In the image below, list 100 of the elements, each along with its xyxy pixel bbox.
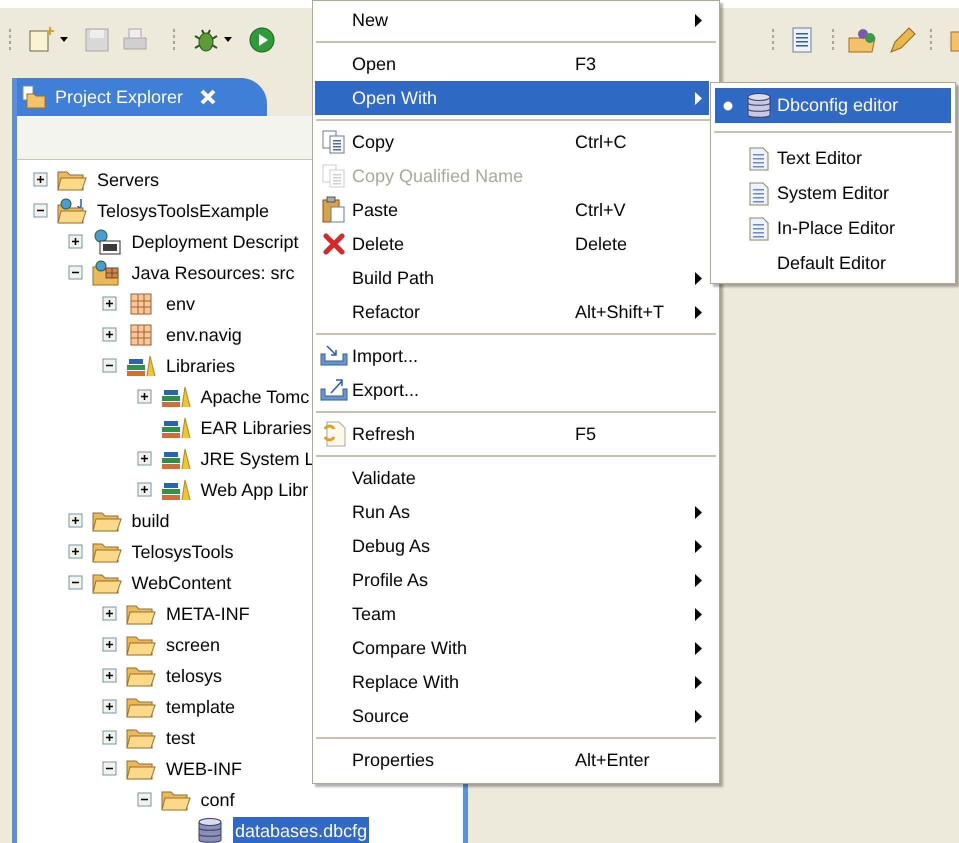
folder-icon — [92, 540, 122, 562]
expand-toggle-icon[interactable] — [102, 636, 118, 652]
expand-toggle-icon[interactable] — [136, 388, 152, 404]
folder-icon — [160, 788, 190, 810]
tree-item[interactable]: TelosysTools — [130, 538, 236, 566]
menu-item[interactable]: New — [315, 3, 709, 37]
expand-toggle-icon[interactable] — [68, 512, 84, 528]
collapse-toggle-icon[interactable] — [68, 574, 84, 590]
collapse-toggle-icon[interactable] — [136, 792, 152, 808]
panel-tab[interactable]: Project Explorer — [17, 78, 267, 116]
menu-item[interactable]: Debug As — [315, 529, 709, 563]
menu-item[interactable]: Refactor Alt+Shift+T — [315, 295, 709, 329]
close-icon[interactable] — [199, 88, 218, 106]
expand-toggle-icon[interactable] — [102, 668, 118, 684]
paste-icon — [320, 196, 346, 224]
folder-icon — [126, 664, 156, 686]
expand-toggle-icon[interactable] — [33, 172, 49, 188]
collapse-toggle-icon[interactable] — [68, 264, 84, 280]
menu-item[interactable]: Refresh F5 — [315, 417, 709, 451]
menu-item[interactable]: Open F3 — [315, 47, 709, 81]
tree-item[interactable]: Web App Libr — [198, 476, 310, 504]
menu-item[interactable]: Import... — [315, 339, 709, 373]
tree-item[interactable]: Java Resources: src — [130, 258, 297, 286]
expand-toggle-icon[interactable] — [136, 482, 152, 498]
tree-item[interactable]: WEB-INF — [164, 754, 244, 782]
collapse-toggle-icon[interactable] — [102, 358, 118, 374]
toolbar-grip-icon — [172, 27, 176, 53]
document-icon — [749, 146, 769, 170]
menu-item[interactable]: Open With — [315, 81, 709, 115]
menu-item[interactable]: Copy Ctrl+C — [315, 125, 709, 159]
menu-item[interactable]: Profile As — [315, 563, 709, 597]
tree-item[interactable]: Apache Tomc — [198, 382, 312, 410]
tree-item[interactable]: WebContent — [130, 568, 234, 596]
tree-item[interactable]: TelosysToolsExample — [95, 196, 272, 224]
run-icon[interactable] — [248, 26, 276, 54]
menu-item[interactable]: Run As — [315, 495, 709, 529]
menu-item[interactable]: Source — [315, 699, 709, 733]
menu-item[interactable]: Dbconfig editor — [715, 88, 951, 123]
toolbar-grip-icon — [771, 27, 775, 53]
expand-toggle-icon[interactable] — [102, 698, 118, 714]
menu-item[interactable]: Default Editor — [715, 246, 951, 281]
tree-item[interactable]: template — [164, 692, 238, 720]
library-books-icon — [160, 384, 190, 408]
folder-icon — [126, 726, 156, 748]
tree-item[interactable]: Servers — [95, 166, 162, 194]
shortcut-text: F3 — [575, 54, 596, 74]
expand-toggle-icon[interactable] — [102, 606, 118, 622]
menu-item[interactable]: Paste Ctrl+V — [315, 193, 709, 227]
tree-item[interactable]: databases.dbcfg — [233, 816, 370, 843]
submenu-arrow-icon — [695, 306, 703, 318]
expand-toggle-icon[interactable] — [102, 730, 118, 746]
menu-item[interactable]: Compare With — [315, 631, 709, 665]
library-books-icon — [160, 416, 190, 440]
tree-item[interactable]: Deployment Descript — [130, 228, 301, 256]
menu-item[interactable]: Build Path — [315, 261, 709, 295]
tree-item[interactable]: env — [164, 290, 198, 318]
pen-icon[interactable] — [887, 26, 917, 54]
folder-icon — [126, 602, 156, 624]
menu-item[interactable]: Validate — [315, 461, 709, 495]
menu-item[interactable]: Replace With — [315, 665, 709, 699]
document-icon — [749, 216, 769, 240]
menu-item[interactable]: Team — [315, 597, 709, 631]
copy-icon — [320, 163, 346, 189]
dropdown-caret-icon[interactable] — [60, 37, 68, 43]
expand-toggle-icon[interactable] — [136, 450, 152, 466]
source-folder-icon — [92, 260, 122, 286]
menu-item[interactable]: Properties Alt+Enter — [315, 743, 709, 777]
shortcut-text: Ctrl+C — [575, 132, 627, 152]
expand-toggle-icon[interactable] — [68, 234, 84, 250]
expand-toggle-icon[interactable] — [68, 544, 84, 560]
tree-item[interactable]: conf — [198, 786, 237, 814]
tree-item[interactable]: META-INF — [164, 600, 252, 628]
tree-item[interactable]: EAR Libraries — [198, 414, 314, 442]
dropdown-caret-icon[interactable] — [224, 37, 232, 43]
submenu-arrow-icon — [695, 574, 703, 586]
export-icon — [318, 377, 348, 403]
tree-item[interactable]: test — [164, 724, 198, 752]
expand-toggle-icon[interactable] — [102, 296, 118, 312]
collapse-toggle-icon[interactable] — [33, 202, 49, 218]
menu-item[interactable]: Delete Delete — [315, 227, 709, 261]
menu-item[interactable]: In-Place Editor — [715, 211, 951, 246]
tree-item[interactable]: telosys — [164, 662, 224, 690]
submenu-arrow-icon — [695, 608, 703, 620]
new-file-icon[interactable] — [28, 26, 56, 54]
tree-item[interactable]: screen — [164, 630, 222, 658]
expand-toggle-icon[interactable] — [102, 326, 118, 342]
copy-icon — [320, 129, 346, 155]
database-icon — [197, 816, 223, 843]
menu-item[interactable]: Text Editor — [715, 141, 951, 176]
submenu-arrow-icon — [695, 272, 703, 284]
tree-item[interactable]: build — [130, 506, 172, 534]
collapse-toggle-icon[interactable] — [102, 760, 118, 776]
menu-item[interactable]: Export... — [315, 373, 709, 407]
tree-item[interactable]: env.navig — [164, 320, 244, 348]
package-icon — [129, 292, 153, 316]
folder-icon — [92, 572, 122, 594]
submenu-arrow-icon — [695, 506, 703, 518]
import-icon — [318, 344, 348, 368]
menu-item[interactable]: System Editor — [715, 176, 951, 211]
tree-item[interactable]: Libraries — [164, 352, 238, 380]
